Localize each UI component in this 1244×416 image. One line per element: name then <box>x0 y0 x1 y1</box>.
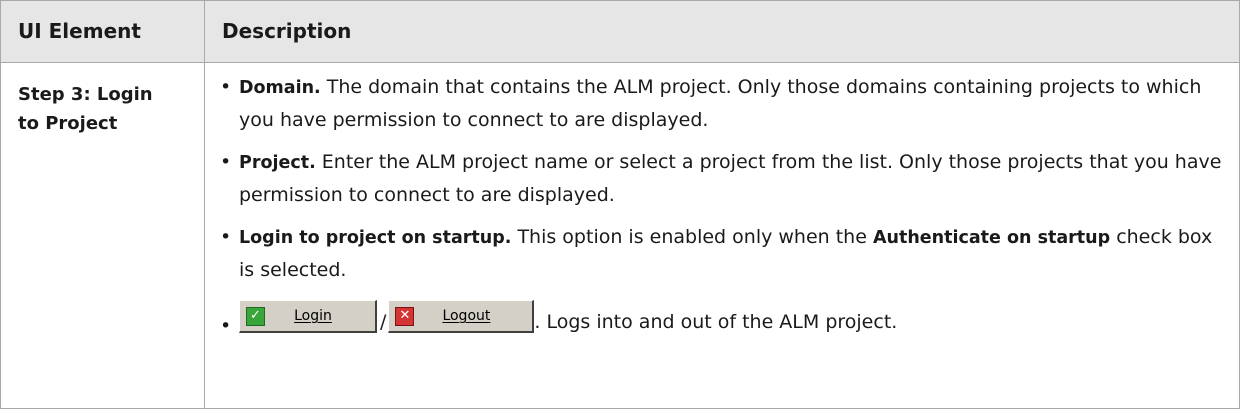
list-item-login-logout: • ✓ Login / ✕ Logout . Logs into and out… <box>217 300 1225 337</box>
bullet-icon: • <box>220 76 232 98</box>
authenticate-on-startup-ref: Authenticate on startup <box>872 228 1111 248</box>
ui-element-table: UI Element Description Step 3: Login to … <box>0 0 1240 409</box>
bullet-icon: • <box>220 226 232 248</box>
check-icon: ✓ <box>246 306 265 326</box>
bullet-icon: • <box>220 315 232 337</box>
table-row: Step 3: Login to Project • Domain. The d… <box>0 62 1240 409</box>
list-item-project: • Project. Enter the ALM project name or… <box>217 146 1225 211</box>
header-ui-element: UI Element <box>0 0 205 63</box>
ui-element-cell: Step 3: Login to Project <box>0 62 205 409</box>
term-project: Project. <box>239 153 316 173</box>
domain-description: The domain that contains the ALM project… <box>239 76 1202 131</box>
login-button-label: Login <box>294 308 332 324</box>
description-list: • Domain. The domain that contains the A… <box>217 71 1225 337</box>
x-icon: ✕ <box>395 306 415 326</box>
logout-button[interactable]: ✕ Logout <box>388 300 535 333</box>
element-name-line2: to Project <box>18 113 118 134</box>
bullet-icon: • <box>220 151 232 173</box>
term-login-on-startup: Login to project on startup. <box>239 228 512 248</box>
header-description: Description <box>204 0 1240 63</box>
element-name-line1: Step 3: Login <box>18 84 153 105</box>
project-description: Enter the ALM project name or select a p… <box>239 151 1222 206</box>
login-button[interactable]: ✓ Login <box>239 300 377 333</box>
button-separator: / <box>380 311 387 333</box>
list-item-login-on-startup: • Login to project on startup. This opti… <box>217 221 1225 286</box>
list-item-domain: • Domain. The domain that contains the A… <box>217 71 1225 136</box>
startup-text-before: This option is enabled only when the <box>511 226 873 248</box>
term-domain: Domain. <box>239 78 321 98</box>
table-header: UI Element Description <box>0 0 1240 63</box>
login-logout-description: . Logs into and out of the ALM project. <box>534 311 898 333</box>
description-cell: • Domain. The domain that contains the A… <box>204 62 1240 409</box>
logout-button-label: Logout <box>442 308 491 324</box>
